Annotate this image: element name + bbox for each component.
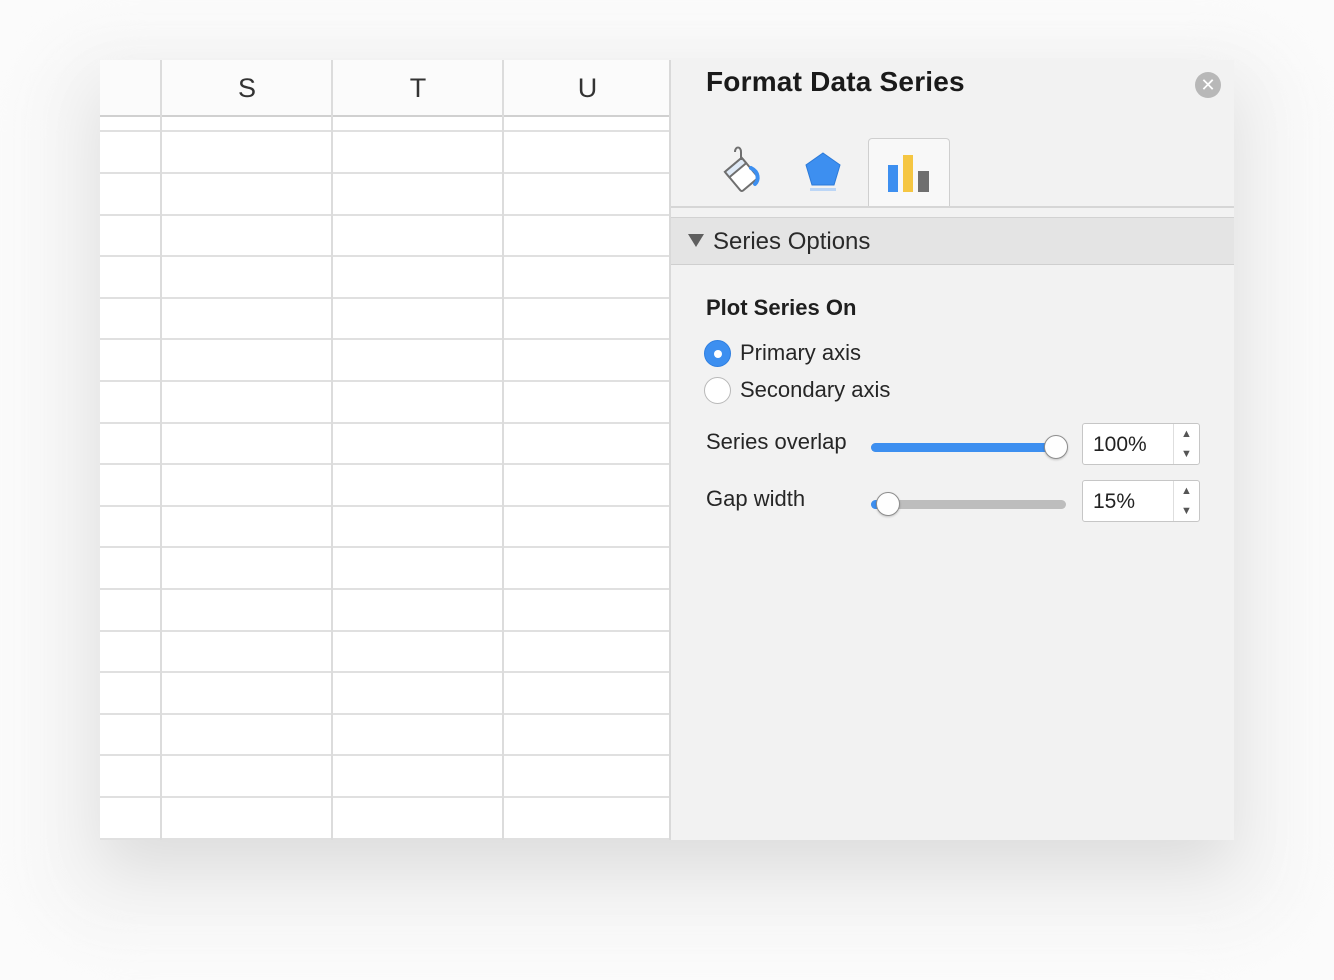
row-divider xyxy=(100,630,671,632)
row-divider xyxy=(100,214,671,216)
gap-width-stepper[interactable]: ▲ ▼ xyxy=(1082,480,1200,522)
slider-thumb[interactable] xyxy=(1044,435,1068,459)
bar-chart-icon xyxy=(888,155,929,192)
radio-button-unselected[interactable] xyxy=(704,377,731,404)
increment-arrow-icon[interactable]: ▲ xyxy=(1174,424,1199,444)
radio-label: Primary axis xyxy=(740,340,862,365)
decrement-arrow-icon[interactable]: ▼ xyxy=(1174,501,1199,521)
column-divider xyxy=(331,60,333,840)
spreadsheet-grid[interactable]: S T U xyxy=(100,60,671,840)
stepper-arrows: ▲ ▼ xyxy=(1173,424,1199,464)
row-divider xyxy=(100,754,671,756)
tab-strip-divider xyxy=(671,206,1234,208)
header-divider xyxy=(100,115,671,117)
row-divider xyxy=(100,546,671,548)
row-divider xyxy=(100,588,671,590)
tab-series-options[interactable] xyxy=(868,138,950,208)
column-divider xyxy=(502,60,504,840)
increment-arrow-icon[interactable]: ▲ xyxy=(1174,481,1199,501)
radio-button-selected[interactable] xyxy=(704,340,731,367)
gap-width-label: Gap width xyxy=(706,486,806,511)
section-label: Series Options xyxy=(713,228,871,255)
column-headers: S T U xyxy=(100,60,671,116)
row-divider xyxy=(100,172,671,174)
radio-label: Secondary axis xyxy=(740,377,891,402)
row-divider xyxy=(100,838,671,840)
row-divider xyxy=(100,380,671,382)
column-header-t[interactable]: T xyxy=(333,60,503,116)
format-data-series-pane: Format Data Series ✕ Series Options Plot… xyxy=(671,60,1234,840)
series-overlap-slider[interactable] xyxy=(871,435,1068,459)
column-divider xyxy=(160,60,162,840)
slider-fill xyxy=(871,443,1055,452)
tab-fill-and-line[interactable] xyxy=(701,138,781,206)
row-divider xyxy=(100,422,671,424)
row-divider xyxy=(100,297,671,299)
disclosure-triangle-icon xyxy=(688,234,704,247)
gap-width-input[interactable] xyxy=(1093,490,1173,514)
slider-track xyxy=(871,500,1066,509)
series-options-section-header[interactable]: Series Options xyxy=(671,217,1234,265)
row-divider xyxy=(100,505,671,507)
row-divider xyxy=(100,255,671,257)
gap-width-slider[interactable] xyxy=(871,492,1066,516)
close-icon[interactable]: ✕ xyxy=(1195,72,1221,98)
tab-effects[interactable] xyxy=(783,138,863,206)
row-divider xyxy=(100,130,671,132)
slider-thumb[interactable] xyxy=(876,492,901,516)
row-divider xyxy=(100,463,671,465)
column-header-s[interactable]: S xyxy=(162,60,332,116)
series-overlap-label: Series overlap xyxy=(706,429,847,454)
row-divider xyxy=(100,671,671,673)
pane-title: Format Data Series xyxy=(706,66,965,97)
fill-bucket-icon xyxy=(723,146,760,192)
row-divider xyxy=(100,796,671,798)
stepper-arrows: ▲ ▼ xyxy=(1173,481,1199,521)
plot-series-on-label: Plot Series On xyxy=(706,295,857,320)
row-divider xyxy=(100,713,671,715)
series-overlap-input[interactable] xyxy=(1093,433,1173,457)
column-header-u[interactable]: U xyxy=(504,60,671,116)
excel-window: S T U Format Data Series ✕ Series Option… xyxy=(100,60,1234,840)
decrement-arrow-icon[interactable]: ▼ xyxy=(1174,444,1199,464)
pentagon-effects-icon xyxy=(805,152,841,191)
series-overlap-stepper[interactable]: ▲ ▼ xyxy=(1082,423,1200,465)
row-divider xyxy=(100,338,671,340)
